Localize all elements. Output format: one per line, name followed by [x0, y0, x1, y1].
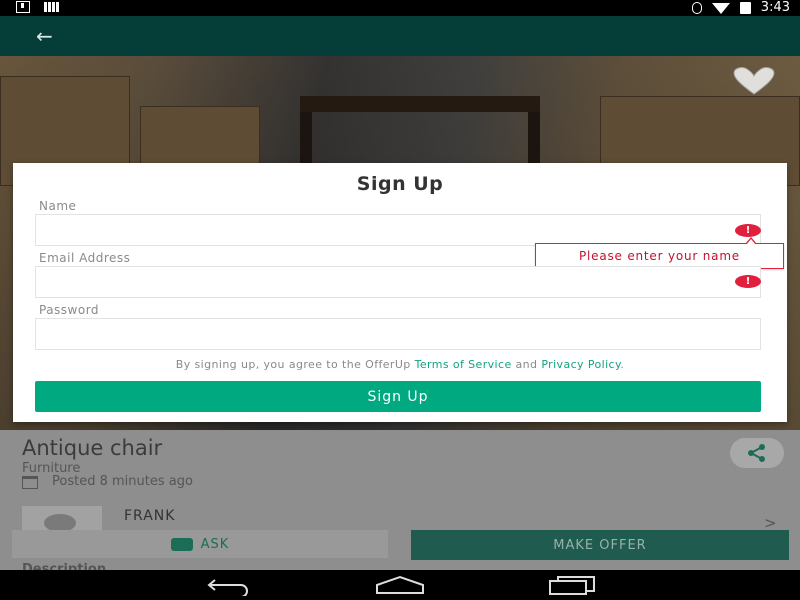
email-error-icon[interactable]: ! [735, 275, 761, 288]
terms-suffix: . [620, 358, 625, 371]
description-heading: Description [22, 562, 107, 570]
nav-recents-icon[interactable] [548, 575, 596, 595]
password-label: Password [39, 303, 100, 317]
status-left [16, 1, 59, 13]
terms-and: and [511, 358, 542, 371]
back-arrow-icon[interactable]: ← [36, 25, 60, 47]
system-nav-bar [0, 570, 800, 600]
make-offer-button[interactable]: MAKE OFFER [411, 530, 789, 560]
terms-prefix: By signing up, you agree to the OfferUp [175, 358, 415, 371]
email-field[interactable] [35, 266, 761, 298]
wifi-icon [711, 2, 730, 14]
storage-icon [44, 2, 59, 12]
password-field[interactable] [35, 318, 761, 350]
signup-dialog: Sign Up Name ! Please enter your name Em… [13, 163, 787, 422]
photo-chair [300, 96, 540, 112]
calendar-icon [22, 476, 38, 489]
name-error-icon[interactable]: ! [735, 224, 761, 237]
make-offer-label: MAKE OFFER [553, 537, 647, 553]
share-icon [748, 444, 765, 462]
status-time: 3:43 [760, 0, 790, 15]
listing-title: Antique chair [22, 436, 163, 460]
dialog-title: Sign Up [356, 173, 444, 195]
status-right: 3:43 [691, 0, 790, 16]
signup-submit-button[interactable]: Sign Up [35, 381, 761, 412]
battery-icon [739, 2, 751, 14]
app-bar: ← [0, 16, 800, 56]
terms-notice: By signing up, you agree to the OfferUp … [13, 358, 787, 371]
chat-icon [170, 537, 193, 551]
listing-posted-time: Posted 8 minutes ago [52, 474, 193, 489]
ask-button[interactable]: ASK [12, 530, 388, 558]
nav-home-icon[interactable] [374, 575, 426, 595]
seller-name[interactable]: FRANK [124, 508, 175, 524]
email-label: Email Address [39, 251, 131, 265]
terms-of-service-link[interactable]: Terms of Service [415, 358, 512, 371]
share-button[interactable] [730, 438, 784, 468]
privacy-policy-link[interactable]: Privacy Policy [541, 358, 620, 371]
ask-label: ASK [200, 536, 230, 552]
download-icon [16, 1, 30, 13]
status-bar: 3:43 [0, 0, 800, 16]
heart-icon[interactable] [730, 66, 778, 96]
name-label: Name [39, 199, 77, 213]
bluetooth-icon [691, 2, 702, 14]
nav-back-icon[interactable] [205, 576, 253, 596]
name-field[interactable] [35, 214, 761, 246]
